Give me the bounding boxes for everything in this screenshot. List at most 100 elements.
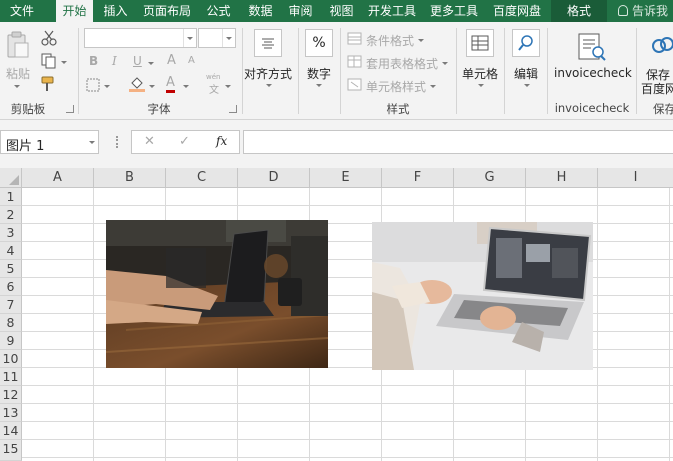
font-color-dropdown-icon[interactable] bbox=[183, 85, 189, 88]
column-header-a[interactable]: A bbox=[22, 168, 94, 188]
tab-baidu-netdisk[interactable]: 百度网盘 bbox=[487, 0, 547, 22]
editing-dropdown-icon[interactable] bbox=[524, 84, 530, 87]
chevron-down-icon[interactable] bbox=[222, 29, 235, 47]
row-header[interactable]: 13 bbox=[0, 404, 22, 422]
cell-style-dropdown-icon[interactable] bbox=[430, 85, 436, 88]
row-header[interactable]: 1 bbox=[0, 188, 22, 206]
cells-dropdown-icon[interactable] bbox=[478, 84, 484, 87]
tab-home[interactable]: 开始 bbox=[56, 0, 93, 22]
decrease-font-button[interactable]: A bbox=[188, 55, 195, 66]
editing-button[interactable]: 编辑 bbox=[514, 65, 538, 82]
underline-dropdown-icon[interactable] bbox=[148, 62, 154, 65]
cells-icon[interactable] bbox=[466, 29, 494, 57]
row-header[interactable]: 7 bbox=[0, 296, 22, 314]
conditional-format-icon[interactable] bbox=[347, 32, 362, 45]
copy-dropdown-icon[interactable] bbox=[61, 61, 67, 64]
paste-dropdown-icon[interactable] bbox=[14, 85, 20, 88]
invoice-check-icon[interactable] bbox=[576, 32, 608, 62]
column-header-b[interactable]: B bbox=[94, 168, 166, 188]
copy-icon[interactable] bbox=[41, 53, 57, 69]
tab-review[interactable]: 审阅 bbox=[282, 0, 319, 22]
increase-font-button[interactable]: A bbox=[167, 53, 176, 68]
clipboard-group-label: 剪贴板 bbox=[10, 102, 46, 116]
row-header[interactable]: 4 bbox=[0, 242, 22, 260]
enter-icon[interactable]: ✓ bbox=[179, 134, 190, 149]
font-color-button[interactable]: A bbox=[166, 76, 175, 93]
cancel-icon[interactable]: ✕ bbox=[144, 134, 155, 149]
number-dropdown-icon[interactable] bbox=[316, 84, 322, 87]
format-painter-icon[interactable] bbox=[41, 76, 58, 92]
row-header[interactable]: 14 bbox=[0, 422, 22, 440]
borders-dropdown-icon[interactable] bbox=[104, 85, 110, 88]
column-header-g[interactable]: G bbox=[454, 168, 526, 188]
font-name-combo[interactable] bbox=[84, 28, 197, 48]
fill-color-dropdown-icon[interactable] bbox=[149, 85, 155, 88]
lightbulb-icon bbox=[618, 5, 628, 16]
tab-file[interactable]: 文件 bbox=[0, 0, 44, 22]
tab-view[interactable]: 视图 bbox=[323, 0, 360, 22]
invoicecheck-button[interactable]: invoicecheck bbox=[554, 66, 632, 80]
row-header[interactable]: 9 bbox=[0, 332, 22, 350]
name-box[interactable]: 图片 1 bbox=[0, 130, 99, 154]
baidu-cloud-icon[interactable] bbox=[651, 34, 673, 56]
column-header-c[interactable]: C bbox=[166, 168, 238, 188]
editing-icon[interactable] bbox=[512, 29, 540, 57]
picture-1[interactable] bbox=[106, 220, 328, 368]
cell-style-button[interactable]: 单元格样式 bbox=[366, 78, 426, 95]
table-format-icon[interactable] bbox=[347, 55, 362, 68]
alignment-dropdown-icon[interactable] bbox=[266, 84, 272, 87]
column-header-e[interactable]: E bbox=[310, 168, 382, 188]
tab-insert[interactable]: 插入 bbox=[97, 0, 134, 22]
row-header[interactable]: 3 bbox=[0, 224, 22, 242]
select-all-button[interactable] bbox=[0, 168, 22, 188]
tab-more-tools[interactable]: 更多工具 bbox=[425, 0, 483, 22]
row-header[interactable]: 12 bbox=[0, 386, 22, 404]
table-format-dropdown-icon[interactable] bbox=[442, 62, 448, 65]
percent-icon[interactable]: % bbox=[305, 29, 333, 57]
column-header-i[interactable]: I bbox=[598, 168, 673, 188]
table-format-button[interactable]: 套用表格格式 bbox=[366, 55, 438, 72]
cells-button[interactable]: 单元格 bbox=[462, 65, 498, 82]
row-header[interactable]: 5 bbox=[0, 260, 22, 278]
chevron-down-icon[interactable] bbox=[183, 29, 196, 47]
cut-icon[interactable] bbox=[41, 30, 57, 46]
conditional-format-button[interactable]: 条件格式 bbox=[366, 32, 414, 49]
name-box-dropdown-icon[interactable] bbox=[89, 141, 95, 144]
formula-bar-grip-icon bbox=[116, 136, 118, 148]
tab-format[interactable]: 格式 bbox=[551, 0, 607, 22]
cell-style-icon[interactable] bbox=[347, 78, 362, 91]
conditional-format-dropdown-icon[interactable] bbox=[418, 39, 424, 42]
tab-page-layout[interactable]: 页面布局 bbox=[138, 0, 196, 22]
row-header[interactable]: 10 bbox=[0, 350, 22, 368]
number-button[interactable]: 数字 bbox=[307, 65, 331, 82]
formula-input[interactable] bbox=[243, 130, 673, 154]
fill-color-icon[interactable] bbox=[128, 75, 146, 93]
clipboard-launcher-icon[interactable] bbox=[66, 105, 74, 113]
column-header-d[interactable]: D bbox=[238, 168, 310, 188]
column-header-f[interactable]: F bbox=[382, 168, 454, 188]
bold-button[interactable]: B bbox=[89, 54, 98, 68]
picture-2[interactable] bbox=[372, 222, 593, 370]
row-header[interactable]: 11 bbox=[0, 368, 22, 386]
alignment-button[interactable]: 对齐方式 bbox=[244, 65, 292, 82]
alignment-icon[interactable] bbox=[254, 29, 282, 57]
paste-button[interactable]: 粘贴 bbox=[6, 65, 30, 82]
tab-developer[interactable]: 开发工具 bbox=[363, 0, 421, 22]
borders-icon[interactable] bbox=[86, 78, 101, 92]
insert-function-icon[interactable]: fx bbox=[216, 134, 227, 148]
row-header[interactable]: 2 bbox=[0, 206, 22, 224]
font-size-combo[interactable] bbox=[198, 28, 236, 48]
underline-button[interactable]: U bbox=[133, 54, 142, 68]
phonetic-dropdown-icon[interactable] bbox=[225, 85, 231, 88]
column-header-h[interactable]: H bbox=[526, 168, 598, 188]
tab-data[interactable]: 数据 bbox=[242, 0, 279, 22]
phonetic-button[interactable]: wén bbox=[206, 73, 220, 81]
tell-me-box[interactable]: 告诉我 bbox=[618, 0, 668, 22]
paste-icon[interactable] bbox=[6, 31, 30, 59]
row-header[interactable]: 6 bbox=[0, 278, 22, 296]
italic-button[interactable]: I bbox=[112, 54, 117, 68]
row-header[interactable]: 15 bbox=[0, 440, 22, 461]
row-header[interactable]: 8 bbox=[0, 314, 22, 332]
font-launcher-icon[interactable] bbox=[229, 105, 237, 113]
tab-formulas[interactable]: 公式 bbox=[200, 0, 237, 22]
